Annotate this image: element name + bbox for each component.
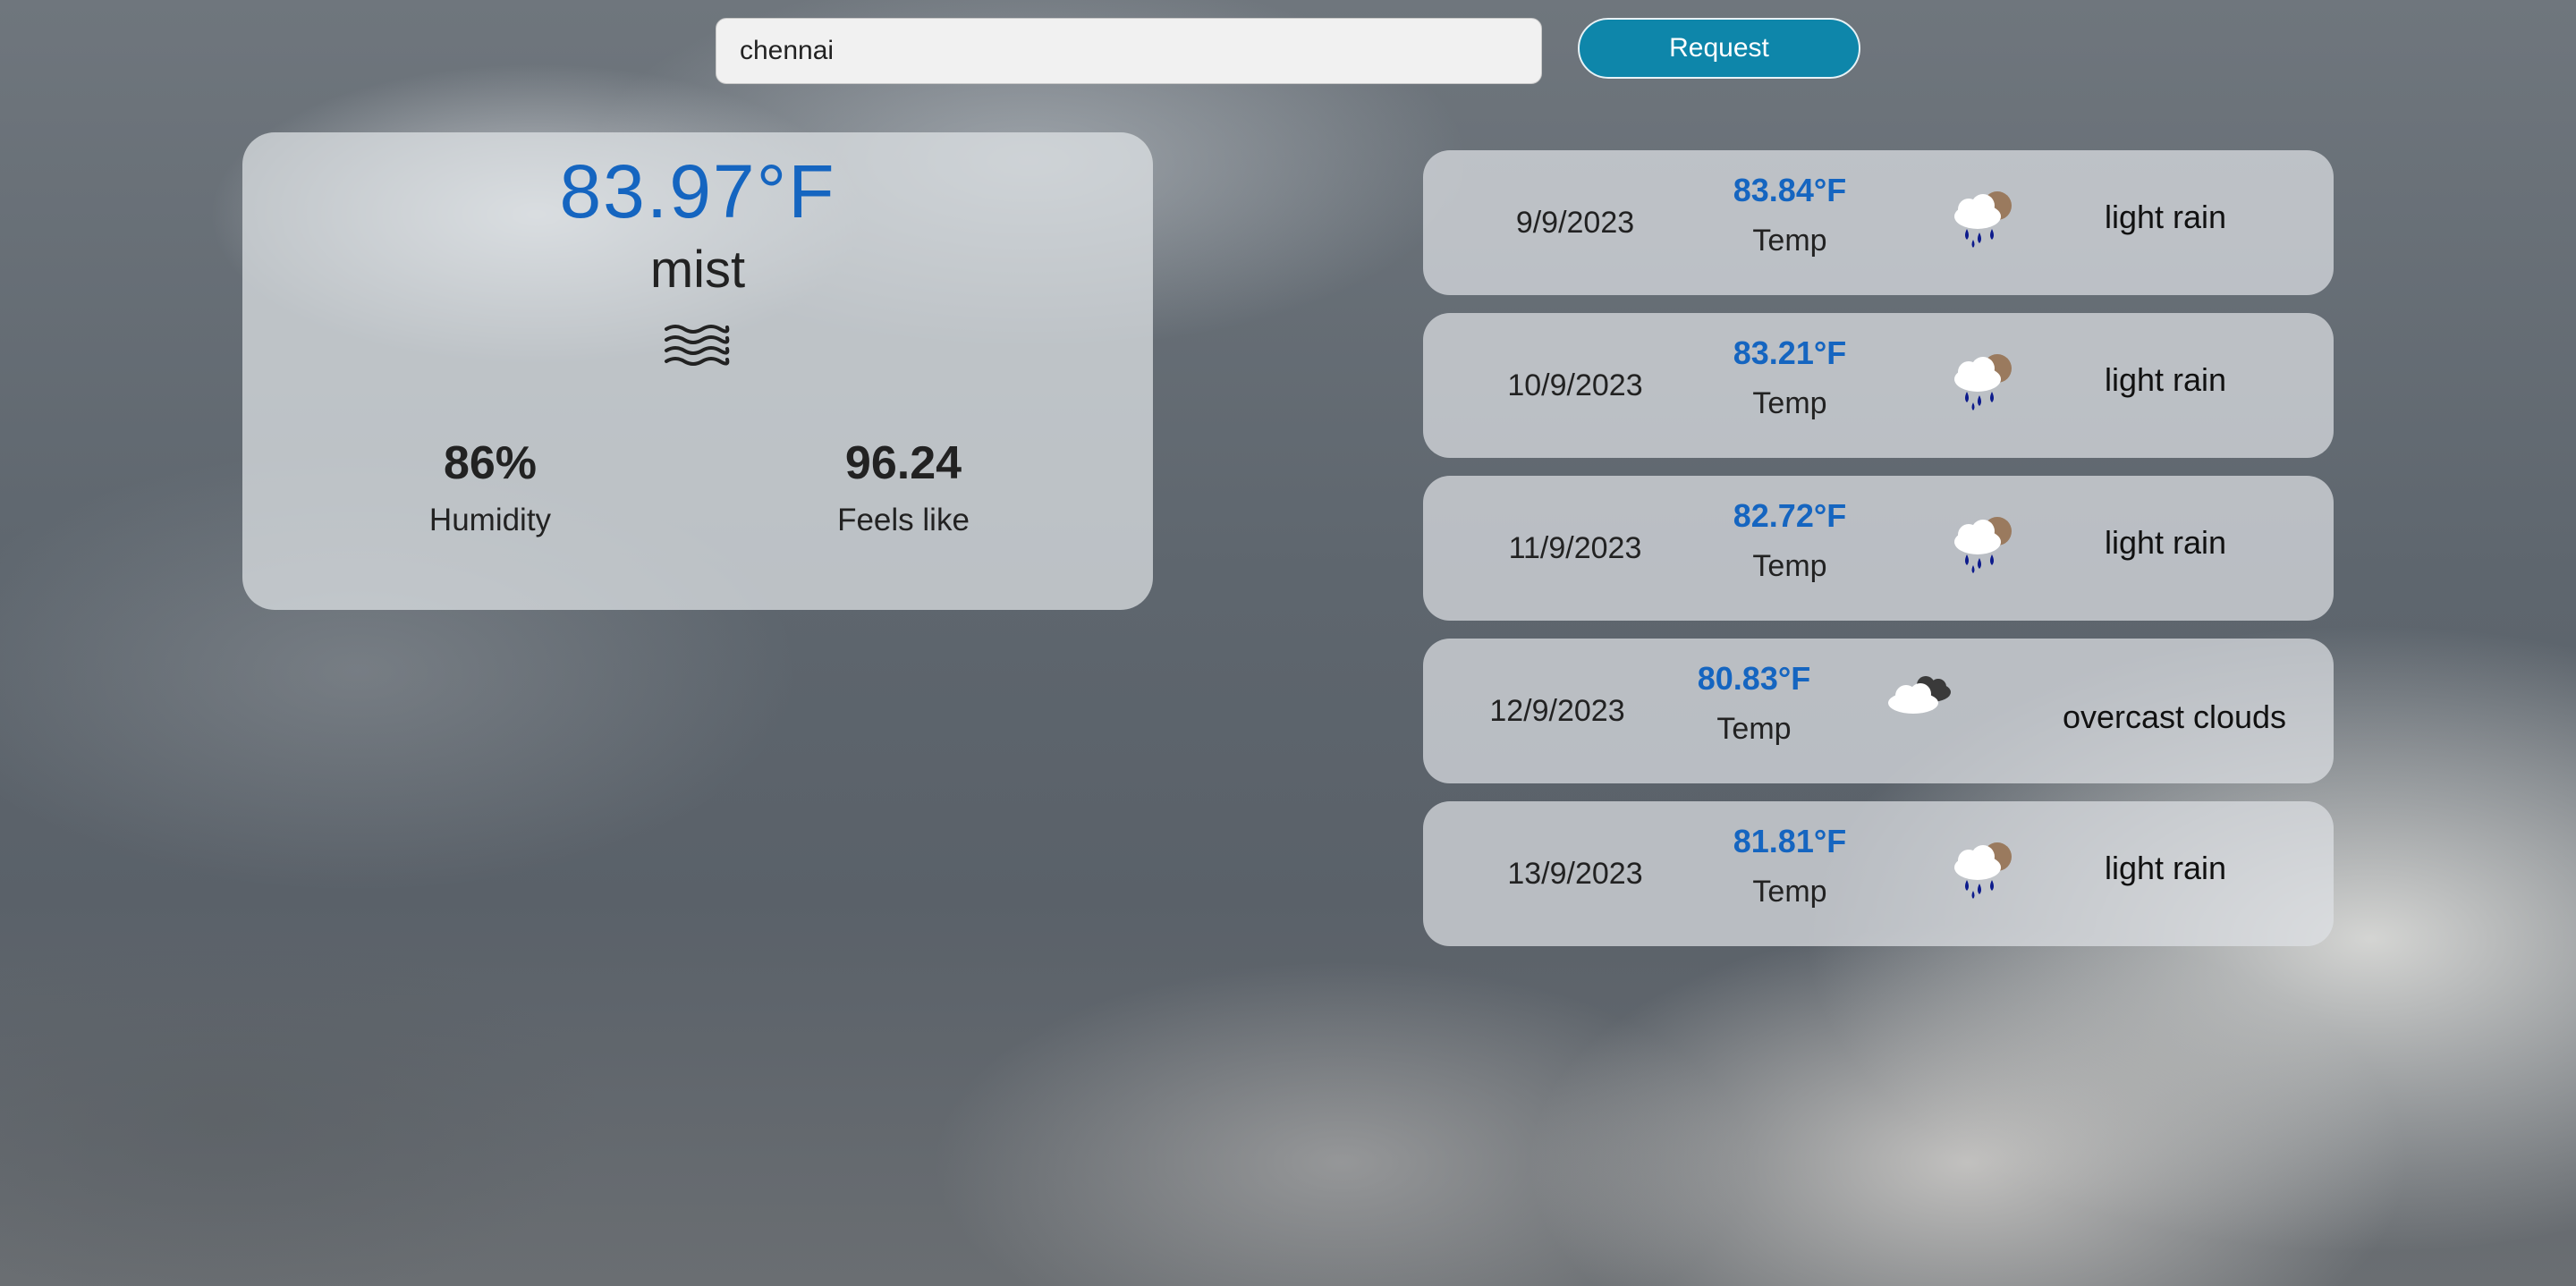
forecast-temp-value: 83.84°F	[1733, 172, 1847, 208]
forecast-row: 13/9/2023 81.81°F Temp light rain	[1423, 801, 2334, 946]
search-input[interactable]	[716, 18, 1542, 84]
current-temperature: 83.97°F	[559, 149, 836, 233]
forecast-row: 11/9/2023 82.72°F Temp light rain	[1423, 476, 2334, 621]
forecast-temp: 82.72°F Temp	[1682, 497, 1897, 584]
current-description: mist	[649, 241, 746, 299]
humidity-label: Humidity	[428, 503, 552, 537]
mist-icon	[665, 325, 730, 366]
forecast-temp-value: 82.72°F	[1733, 497, 1847, 534]
light-rain-icon	[1954, 842, 2012, 899]
feels-like-value: 96.24	[844, 437, 962, 489]
forecast-temp-label: Temp	[1716, 712, 1792, 746]
request-button[interactable]: Request	[1578, 18, 1860, 79]
forecast-row: 9/9/2023 83.84°F Temp light rain	[1423, 150, 2334, 295]
forecast-row: 10/9/2023 83.21°F Temp light rain	[1423, 313, 2334, 458]
forecast-temp-label: Temp	[1752, 386, 1827, 420]
humidity-value: 86%	[443, 437, 538, 489]
forecast-date: 11/9/2023	[1508, 531, 1642, 565]
forecast-description: light rain	[2104, 524, 2227, 561]
light-rain-icon	[1954, 191, 2012, 248]
forecast-description: overcast clouds	[2062, 698, 2287, 735]
feels-like-label: Feels like	[837, 503, 970, 537]
forecast-temp: 80.83°F Temp	[1647, 660, 1861, 747]
feels-like-stat: 96.24 Feels like	[769, 436, 1038, 538]
forecast-temp: 83.84°F Temp	[1682, 172, 1897, 258]
forecast-date: 10/9/2023	[1507, 368, 1643, 402]
forecast-temp: 81.81°F Temp	[1682, 823, 1897, 910]
forecast-temp-value: 83.21°F	[1733, 334, 1847, 371]
forecast-temp: 83.21°F Temp	[1682, 334, 1897, 421]
light-rain-icon	[1954, 354, 2012, 410]
forecast-date: 12/9/2023	[1489, 694, 1625, 728]
forecast-temp-label: Temp	[1752, 224, 1827, 258]
overcast-clouds-icon	[1888, 676, 1951, 714]
forecast-date: 9/9/2023	[1515, 206, 1635, 240]
current-weather-card: 83.97°F mist 86% Humidity 96.24 Feels li…	[242, 132, 1153, 610]
forecast-temp-label: Temp	[1752, 875, 1827, 909]
forecast-description: light rain	[2104, 361, 2227, 398]
forecast-row: 12/9/2023 80.83°F Temp overcast clouds	[1423, 639, 2334, 783]
humidity-stat: 86% Humidity	[356, 436, 624, 538]
forecast-temp-label: Temp	[1752, 549, 1827, 583]
forecast-date: 13/9/2023	[1507, 857, 1643, 891]
forecast-description: light rain	[2104, 199, 2227, 235]
forecast-temp-value: 81.81°F	[1733, 823, 1847, 859]
forecast-list: 9/9/2023 83.84°F Temp light rain 10/9/20…	[1423, 150, 2334, 964]
light-rain-icon	[1954, 517, 2012, 573]
forecast-temp-value: 80.83°F	[1697, 660, 1811, 697]
forecast-description: light rain	[2104, 850, 2227, 886]
